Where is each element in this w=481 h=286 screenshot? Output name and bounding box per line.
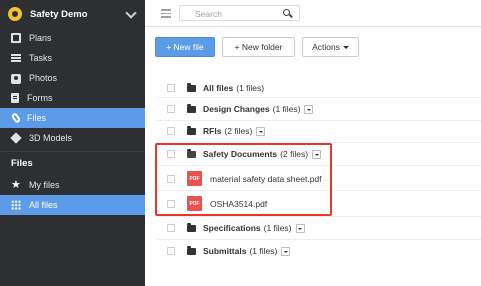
star-icon: ★: [11, 179, 21, 191]
folder-icon: [187, 125, 196, 135]
row-checkbox[interactable]: [167, 84, 175, 92]
file-count: (1 files): [236, 83, 265, 93]
sidebar-item-label: My files: [29, 180, 60, 190]
row-checkbox[interactable]: [167, 247, 175, 255]
3d-models-icon: [10, 132, 22, 144]
sidebar-item-label: Tasks: [29, 53, 53, 63]
folder-dropdown-icon[interactable]: [281, 246, 291, 256]
sidebar-item-label: All files: [29, 200, 58, 210]
sidebar-item-3d-models[interactable]: 3D Models: [0, 128, 145, 148]
chevron-down-icon[interactable]: [125, 8, 137, 20]
sidebar-item-plans[interactable]: Plans: [0, 28, 145, 48]
sidebar-item-all-files[interactable]: All files: [0, 195, 145, 215]
folder-name[interactable]: Design Changes: [203, 104, 270, 114]
photos-icon: [11, 73, 21, 84]
file-count: (1 files): [249, 246, 278, 256]
row-checkbox[interactable]: [167, 224, 175, 232]
divider: [155, 97, 481, 98]
folder-name[interactable]: Submittals: [203, 246, 246, 256]
folder-name[interactable]: All files: [203, 83, 233, 93]
forms-icon: [11, 93, 19, 103]
folder-dropdown-icon[interactable]: [304, 104, 314, 114]
sidebar-section-title: Files: [0, 151, 145, 175]
folder-dropdown-icon[interactable]: [295, 223, 305, 233]
folder-icon: [187, 222, 196, 232]
actions-button[interactable]: Actions: [302, 37, 359, 57]
top-bar: [145, 0, 481, 27]
folder-row[interactable]: RFIs (2 files): [155, 125, 481, 137]
divider: [155, 216, 481, 217]
folder-icon: [187, 245, 196, 255]
sidebar-item-label: 3D Models: [29, 133, 73, 143]
file-count: (1 files): [263, 223, 292, 233]
project-switcher[interactable]: Safety Demo: [0, 0, 145, 28]
sidebar-item-photos[interactable]: Photos: [0, 68, 145, 88]
file-count: (1 files): [272, 104, 301, 114]
tasks-icon: [11, 53, 21, 63]
folder-name[interactable]: Specifications: [203, 223, 261, 233]
search-icon[interactable]: [283, 9, 290, 16]
sidebar-item-my-files[interactable]: ★ My files: [0, 175, 145, 195]
new-folder-button[interactable]: + New folder: [222, 37, 295, 57]
divider: [155, 239, 481, 240]
sidebar: Safety Demo Plans Tasks Photos Forms Fil…: [0, 0, 145, 286]
project-logo-icon: [8, 7, 22, 21]
row-checkbox[interactable]: [167, 105, 175, 113]
folder-row[interactable]: Submittals (1 files): [155, 245, 481, 257]
files-icon: [10, 112, 22, 124]
caret-down-icon: [342, 45, 349, 49]
plans-icon: [11, 33, 21, 43]
menu-icon[interactable]: [161, 9, 171, 18]
divider: [155, 120, 481, 121]
folder-name[interactable]: RFIs: [203, 126, 221, 136]
search-box: [179, 5, 300, 21]
sidebar-item-label: Photos: [29, 73, 58, 83]
row-checkbox[interactable]: [167, 127, 175, 135]
highlight-box: [155, 143, 332, 216]
sidebar-item-files[interactable]: Files: [0, 108, 145, 128]
project-name: Safety Demo: [30, 8, 88, 20]
grid-icon: [11, 200, 21, 210]
search-input[interactable]: [195, 8, 275, 19]
new-file-button[interactable]: + New file: [155, 37, 215, 57]
folder-icon: [187, 82, 196, 92]
folder-row[interactable]: Specifications (1 files): [155, 222, 481, 234]
folder-row[interactable]: Design Changes (1 files): [155, 103, 481, 115]
sidebar-item-label: Files: [27, 113, 47, 123]
folder-row[interactable]: All files (1 files): [155, 82, 481, 94]
folder-icon: [187, 103, 196, 113]
sidebar-item-tasks[interactable]: Tasks: [0, 48, 145, 68]
sidebar-item-label: Forms: [27, 93, 53, 103]
file-count: (2 files): [224, 126, 253, 136]
actions-label: Actions: [312, 42, 340, 52]
folder-dropdown-icon[interactable]: [256, 126, 266, 136]
sidebar-item-forms[interactable]: Forms: [0, 88, 145, 108]
sidebar-item-label: Plans: [29, 33, 52, 43]
